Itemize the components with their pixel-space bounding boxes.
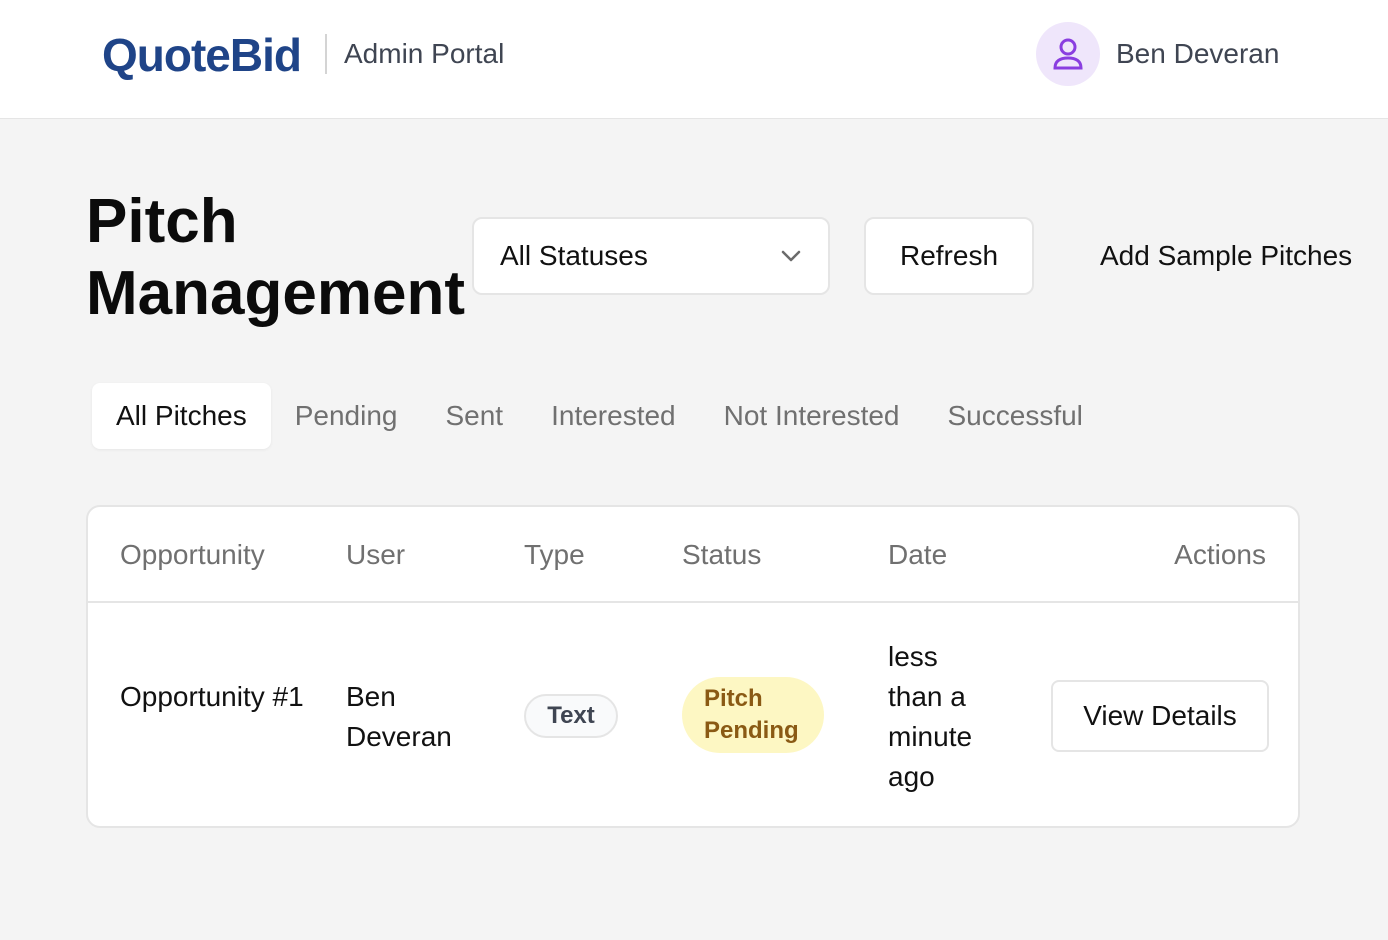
page-title: Pitch Management [86, 187, 465, 328]
user-icon [1053, 38, 1083, 70]
user-name[interactable]: Ben Deveran [1116, 38, 1279, 70]
column-header-type[interactable]: Type [524, 539, 585, 571]
status-filter-value: All Statuses [500, 240, 648, 271]
opportunity-cell[interactable]: Opportunity #1 [120, 677, 310, 717]
column-header-opportunity[interactable]: Opportunity [120, 539, 265, 571]
user-avatar[interactable] [1036, 22, 1100, 86]
column-header-user[interactable]: User [346, 539, 405, 571]
type-badge: Text [524, 694, 618, 738]
column-header-actions: Actions [1174, 539, 1266, 570]
tab-not-interested[interactable]: Not Interested [700, 383, 924, 449]
status-badge: Pitch Pending [682, 677, 824, 753]
add-sample-pitches-button[interactable]: Add Sample Pitches [1082, 217, 1388, 295]
date-cell: less than a minute ago [888, 641, 973, 792]
top-bar: QuoteBid Admin Portal Ben Deveran [0, 0, 1388, 119]
view-details-button[interactable]: View Details [1051, 680, 1269, 752]
app-logo[interactable]: QuoteBid [102, 28, 302, 82]
tab-pending[interactable]: Pending [271, 383, 422, 449]
logo-divider [325, 34, 327, 74]
column-header-date[interactable]: Date [888, 539, 947, 571]
tab-interested[interactable]: Interested [527, 383, 700, 449]
tab-sent[interactable]: Sent [421, 383, 527, 449]
pitches-table: Opportunity User Type Status Date Action… [86, 505, 1300, 828]
chevron-down-icon [781, 250, 801, 262]
tab-all-pitches[interactable]: All Pitches [92, 383, 271, 449]
pitch-status-tabs: All Pitches Pending Sent Interested Not … [92, 383, 1107, 449]
user-cell: Ben Deveran [346, 681, 452, 752]
refresh-button[interactable]: Refresh [864, 217, 1034, 295]
tab-successful[interactable]: Successful [924, 383, 1107, 449]
table-header: Opportunity User Type Status Date Action… [88, 507, 1298, 603]
column-header-status[interactable]: Status [682, 539, 761, 571]
portal-label: Admin Portal [344, 38, 505, 69]
status-filter-select[interactable]: All Statuses [472, 217, 830, 295]
